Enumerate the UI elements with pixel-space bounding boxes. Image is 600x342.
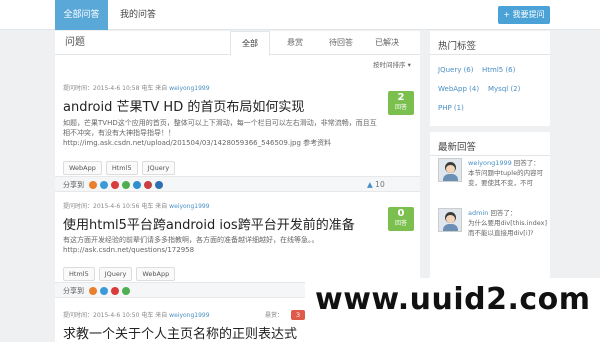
hot-tag-link[interactable]: WebApp (4) bbox=[438, 85, 479, 93]
question-time: 提问时间：2015-4-6 10:50 电车 来自 bbox=[63, 312, 168, 319]
question-excerpt: 有这方面开发经验的前辈们请多多指教啊，各方面的准备越详细越好，在线等急。。 ht… bbox=[63, 236, 319, 254]
hot-tags-panel: 热门标签 JQuery (6) Html5 (6) WebApp (4) Mys… bbox=[430, 31, 550, 126]
ask-question-button[interactable]: + 我要提问 bbox=[498, 6, 550, 24]
filter-tab-all[interactable]: 全部 bbox=[230, 31, 270, 56]
hot-tags-title: 热门标签 bbox=[438, 41, 477, 52]
share-sina-icon[interactable] bbox=[89, 181, 97, 189]
share-qq-icon[interactable] bbox=[100, 181, 108, 189]
list-header: 问题 全部 悬赏 待回答 已解决 bbox=[55, 31, 420, 56]
share-douban-icon[interactable] bbox=[133, 181, 141, 189]
tag-link[interactable]: Html5 bbox=[105, 161, 138, 175]
hot-tag-link[interactable]: PHP (1) bbox=[438, 104, 464, 112]
divider bbox=[430, 155, 550, 156]
tag-link[interactable]: JQuery bbox=[141, 161, 176, 175]
hot-tag-link[interactable]: Html5 (6) bbox=[482, 66, 515, 74]
question-tags: Html5 JQuery WebApp bbox=[63, 261, 179, 281]
answer-count: 0 bbox=[397, 208, 405, 219]
tab-all-questions[interactable]: 全部问答 bbox=[55, 0, 108, 30]
answer-count: 2 bbox=[397, 92, 405, 103]
answer-author-link[interactable]: weiyong1999 bbox=[468, 159, 512, 167]
watermark-text: www.uuid2.com bbox=[315, 282, 591, 317]
share-weibo-icon[interactable] bbox=[111, 181, 119, 189]
answer-action: 回答了： bbox=[488, 209, 517, 217]
filter-tab-unanswered[interactable]: 待回答 bbox=[320, 31, 362, 55]
question-title-link[interactable]: android 芒果TV HD 的首页布局如何实现 bbox=[63, 96, 304, 115]
thumbs-up-icon: ▲ bbox=[367, 180, 373, 189]
tag-link[interactable]: Html5 bbox=[63, 267, 95, 281]
avatar[interactable] bbox=[438, 158, 462, 182]
question-meta: 提问时间：2015-4-6 10:58 电车 来自 weiyong1999 bbox=[63, 83, 210, 92]
share-bar: 分享到 ▲ 10 bbox=[55, 176, 420, 192]
share-label: 分享到 bbox=[63, 181, 84, 189]
question-author-link[interactable]: weiyong1999 bbox=[169, 203, 209, 210]
answer-author-link[interactable]: admin bbox=[468, 209, 488, 217]
answer-action: 回答了： bbox=[511, 159, 540, 167]
question-author-link[interactable]: weiyong1999 bbox=[169, 85, 209, 92]
question-title-link[interactable]: 使用html5平台跨android ios跨平台开发前的准备 bbox=[63, 214, 355, 233]
question-time: 提问时间：2015-4-6 10:58 电车 来自 bbox=[63, 85, 168, 92]
like-count[interactable]: ▲ 10 bbox=[367, 180, 385, 189]
panel-title: 问题 bbox=[65, 37, 85, 48]
question-item: 提问时间：2015-4-6 10:58 电车 来自 weiyong1999 an… bbox=[55, 83, 420, 205]
answer-count-badge: 2 回答 bbox=[388, 91, 414, 115]
sort-dropdown[interactable]: 按时间排序 ▾ bbox=[373, 59, 411, 69]
hot-tag-link[interactable]: JQuery (6) bbox=[438, 66, 473, 74]
latest-answer-text: weiyong1999 回答了： 本节问题中tuple的内容可变，要使其不变，不可 bbox=[468, 158, 548, 188]
answer-count-label: 回答 bbox=[394, 220, 407, 227]
question-author-link[interactable]: weiyong1999 bbox=[169, 312, 209, 319]
share-qq-icon[interactable] bbox=[100, 287, 108, 295]
latest-answer-text: admin 回答了： 为什么要用div[this.index]而不能以直接用div… bbox=[468, 208, 548, 238]
hot-tag-link[interactable]: Mysql (2) bbox=[488, 85, 520, 93]
share-renren-icon[interactable] bbox=[122, 287, 130, 295]
share-renren-icon[interactable] bbox=[122, 181, 130, 189]
watermark: www.uuid2.com bbox=[305, 278, 600, 342]
bounty-badge: 3 bbox=[291, 310, 306, 320]
filter-tab-bounty[interactable]: 悬赏 bbox=[275, 31, 315, 55]
top-nav: 全部问答 我的问答 + 我要提问 bbox=[0, 0, 600, 30]
share-sina-icon[interactable] bbox=[89, 287, 97, 295]
share-weibo-icon[interactable] bbox=[111, 287, 119, 295]
share-pinterest-icon[interactable] bbox=[144, 181, 152, 189]
share-baidu-icon[interactable] bbox=[155, 181, 163, 189]
divider bbox=[430, 54, 550, 55]
question-meta: 提问时间：2015-4-6 10:56 电车 来自 weiyong1999 bbox=[63, 201, 210, 210]
tag-link[interactable]: WebApp bbox=[136, 267, 176, 281]
latest-answer-item[interactable]: admin 回答了： 为什么要用div[this.index]而不能以直接用div… bbox=[438, 208, 548, 248]
question-excerpt: 如题，芒果TVHD这个应用的首页，整体可以上下滑动，每一个栏目可以左右滑动，非常… bbox=[63, 119, 377, 147]
filter-tab-solved[interactable]: 已解决 bbox=[367, 31, 407, 55]
latest-answers-title: 最新回答 bbox=[438, 142, 477, 153]
share-label: 分享到 bbox=[63, 287, 84, 295]
answer-snippet: 本节问题中tuple的内容可变，要使其不变，不可 bbox=[468, 169, 544, 187]
bounty-label: 悬赏： bbox=[265, 312, 284, 319]
tag-link[interactable]: JQuery bbox=[98, 267, 133, 281]
avatar[interactable] bbox=[438, 208, 462, 232]
answer-count-badge: 0 回答 bbox=[388, 207, 414, 231]
tag-link[interactable]: WebApp bbox=[63, 161, 102, 175]
question-tags: WebApp Html5 JQuery bbox=[63, 155, 179, 175]
answer-count-label: 回答 bbox=[394, 104, 407, 111]
like-number: 10 bbox=[375, 180, 385, 189]
tab-my-questions[interactable]: 我的问答 bbox=[108, 0, 168, 30]
latest-answer-item[interactable]: weiyong1999 回答了： 本节问题中tuple的内容可变，要使其不变，不可 bbox=[438, 158, 546, 202]
question-time: 提问时间：2015-4-6 10:56 电车 来自 bbox=[63, 203, 168, 210]
question-title-link[interactable]: 求教一个关于个人主页名称的正则表达式 bbox=[63, 323, 297, 342]
answer-snippet: 为什么要用div[this.index]而不能以直接用div[i]? bbox=[468, 219, 548, 237]
question-meta: 提问时间：2015-4-6 10:50 电车 来自 weiyong1999 bbox=[63, 310, 210, 319]
